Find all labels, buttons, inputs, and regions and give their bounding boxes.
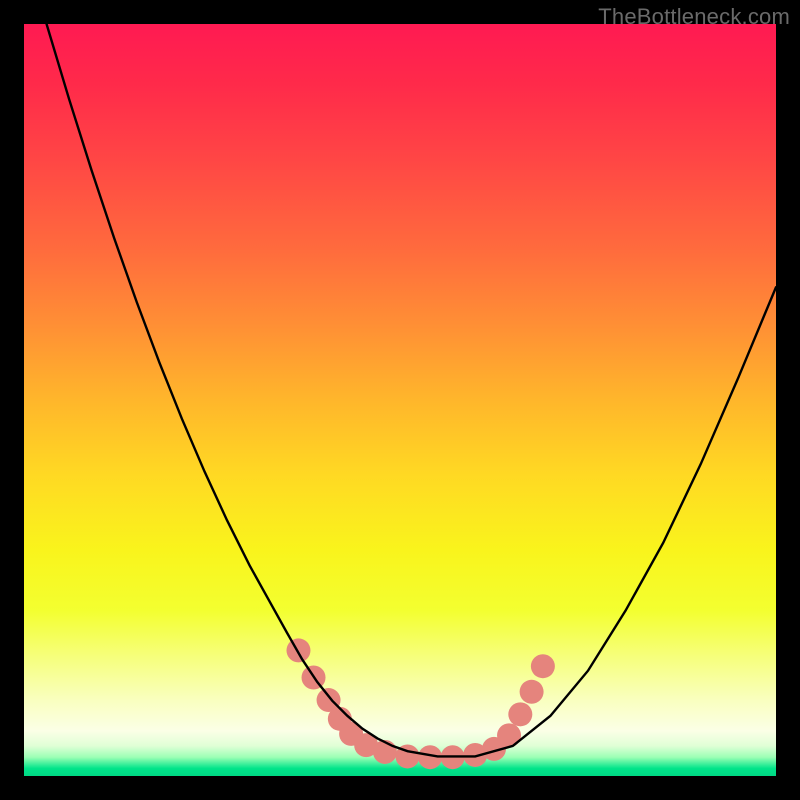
chart-svg (24, 24, 776, 776)
chart-marker (286, 638, 310, 662)
chart-marker (531, 654, 555, 678)
bottleneck-curve (47, 24, 776, 756)
chart-marker (508, 702, 532, 726)
chart-frame (24, 24, 776, 776)
chart-marker (497, 723, 521, 747)
chart-marker (520, 680, 544, 704)
chart-markers (286, 638, 554, 769)
chart-marker (373, 740, 397, 764)
